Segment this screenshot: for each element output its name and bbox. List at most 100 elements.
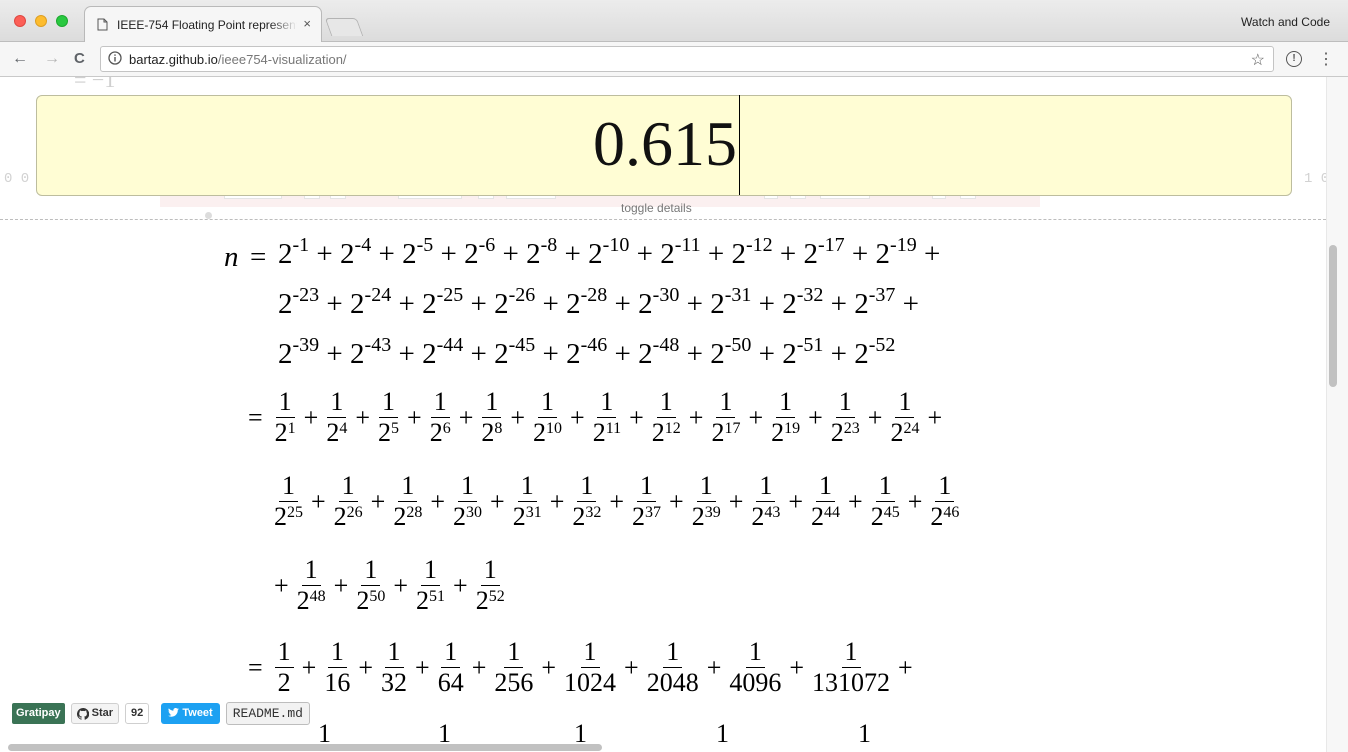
fraction-row-1: = 1 21 +1 24 +1 25 +1 26 +1 28 +1 210 +1 211 +1 212 +1 217… <box>248 387 944 448</box>
fraction-denominator: 2048 <box>646 668 699 697</box>
powers-row-1: 2-1 + 2-4 + 2-5 + 2-6 + 2-8 + 2-10 + 2-1… <box>278 234 941 271</box>
plus-sign: + <box>370 486 386 516</box>
readme-link[interactable]: README.md <box>225 702 310 725</box>
tab-close-icon[interactable]: × <box>303 16 311 31</box>
power-exponent: 26 <box>346 504 363 521</box>
power-exponent: 11 <box>605 420 622 437</box>
power-term: 2-24 <box>350 284 392 320</box>
plus-sign: + <box>823 338 855 370</box>
horizontal-scrollbar-thumb[interactable] <box>8 744 602 751</box>
fraction-denominator: 211 <box>592 418 622 447</box>
profile-name[interactable]: Watch and Code <box>1241 15 1330 29</box>
plus-sign: + <box>669 486 684 516</box>
url-text[interactable]: bartaz.github.io/ieee754-visualization/ <box>129 52 347 67</box>
power-exponent: -48 <box>652 334 680 356</box>
fraction-numerator: 1 <box>279 471 298 502</box>
equals-sign: = <box>248 402 263 432</box>
fraction-numerator: 1 <box>338 471 358 502</box>
fraction-numerator: 1 <box>517 471 537 502</box>
close-window-button[interactable] <box>14 15 26 27</box>
plus-sign: + <box>867 402 883 432</box>
plus-sign: + <box>728 486 744 516</box>
handle-dot <box>205 212 212 219</box>
power-term: 2-8 <box>526 234 558 270</box>
fraction-numerator: 1 <box>875 471 895 502</box>
fraction-numerator: 1 <box>935 471 955 502</box>
plus-sign: + <box>848 486 863 516</box>
plus-sign: + <box>303 402 319 432</box>
fraction: 1 256 <box>494 637 533 698</box>
power-term: 2-26 <box>494 284 536 320</box>
address-bar[interactable]: bartaz.github.io/ieee754-visualization/ … <box>100 46 1274 72</box>
fraction: 1 25 <box>378 387 399 448</box>
plus-sign: + <box>463 288 495 320</box>
fraction-numerator: 1 <box>841 637 861 668</box>
number-input[interactable]: 0.615 <box>36 95 1292 196</box>
power-term: 2-31 <box>710 284 752 320</box>
power-exponent: 52 <box>488 588 505 605</box>
power-exponent: -39 <box>292 334 320 356</box>
plus-sign: + <box>557 238 589 270</box>
power-term: 2-5 <box>402 234 434 270</box>
fraction-denominator: 224 <box>890 418 920 447</box>
back-arrow-icon[interactable]: ← <box>12 50 28 68</box>
reload-icon[interactable]: C <box>74 50 85 67</box>
plus-sign: + <box>688 402 704 432</box>
fraction-denominator: 243 <box>751 502 781 531</box>
new-tab-button[interactable] <box>324 18 364 36</box>
fraction-denominator: 24 <box>326 418 348 447</box>
fraction-denominator: 16 <box>324 668 351 697</box>
plus-sign: + <box>309 238 341 270</box>
power-term: 2-52 <box>854 334 896 370</box>
github-star-button[interactable]: Star <box>70 703 120 724</box>
fraction-denominator: 28 <box>481 418 503 447</box>
plus-sign: + <box>393 570 409 600</box>
plus-sign: + <box>607 288 639 320</box>
power-term: 2-11 <box>660 234 701 270</box>
fraction: 1 4096 <box>729 637 781 698</box>
fraction: 1 131072 <box>812 637 890 698</box>
tweet-button[interactable]: Tweet <box>161 703 220 724</box>
toggle-details-link[interactable]: toggle details <box>621 201 692 215</box>
browser-tab[interactable]: IEEE-754 Floating Point representation × <box>84 6 322 42</box>
powers-row-2: 2-23 + 2-24 + 2-25 + 2-26 + 2-28 + 2-30 … <box>278 284 919 321</box>
plus-sign: + <box>907 486 923 516</box>
power-exponent: -25 <box>436 284 464 306</box>
fraction-numerator: 1 <box>480 555 500 586</box>
fraction: 1 219 <box>771 387 800 448</box>
plus-sign: + <box>433 238 465 270</box>
fraction-denominator: 226 <box>333 502 363 531</box>
gratipay-button[interactable]: Gratipay <box>12 703 65 724</box>
fraction: 1 223 <box>831 387 860 448</box>
plus-sign: + <box>624 652 639 682</box>
bookmark-star-icon[interactable]: ☆ <box>1251 50 1265 70</box>
fraction: 1 251 <box>416 555 445 616</box>
power-exponent: -44 <box>436 334 464 356</box>
power-term: 2-45 <box>494 334 536 370</box>
minimize-window-button[interactable] <box>35 15 47 27</box>
maximize-window-button[interactable] <box>56 15 68 27</box>
power-exponent: -30 <box>652 284 680 306</box>
browser-toolbar: ← → C bartaz.github.io/ieee754-visualiza… <box>0 42 1348 77</box>
fraction-numerator: 1 <box>441 637 461 668</box>
power-exponent: 24 <box>903 420 920 437</box>
forward-arrow-icon[interactable]: → <box>44 50 60 68</box>
equals-sign: = <box>250 241 267 273</box>
info-icon[interactable] <box>108 51 122 65</box>
power-exponent: -50 <box>724 334 752 356</box>
vertical-scrollbar-thumb[interactable] <box>1329 245 1337 387</box>
number-value[interactable]: 0.615 <box>593 104 737 184</box>
github-star-count[interactable]: 92 <box>125 703 150 724</box>
browser-menu-icon[interactable]: ⋮ <box>1318 49 1334 69</box>
plus-sign: + <box>916 238 941 270</box>
power-exponent: 28 <box>406 504 423 521</box>
extension-icon[interactable]: ! <box>1286 51 1302 67</box>
vertical-scrollbar[interactable] <box>1326 77 1348 752</box>
fraction-denominator: 4096 <box>729 668 782 697</box>
fraction-numerator: 1 <box>361 555 381 586</box>
power-exponent: 25 <box>287 504 303 521</box>
power-exponent: -1 <box>292 234 310 256</box>
ghost-equation-text: = −1 <box>74 77 116 92</box>
plus-sign: + <box>535 338 567 370</box>
plus-sign: + <box>430 486 446 516</box>
